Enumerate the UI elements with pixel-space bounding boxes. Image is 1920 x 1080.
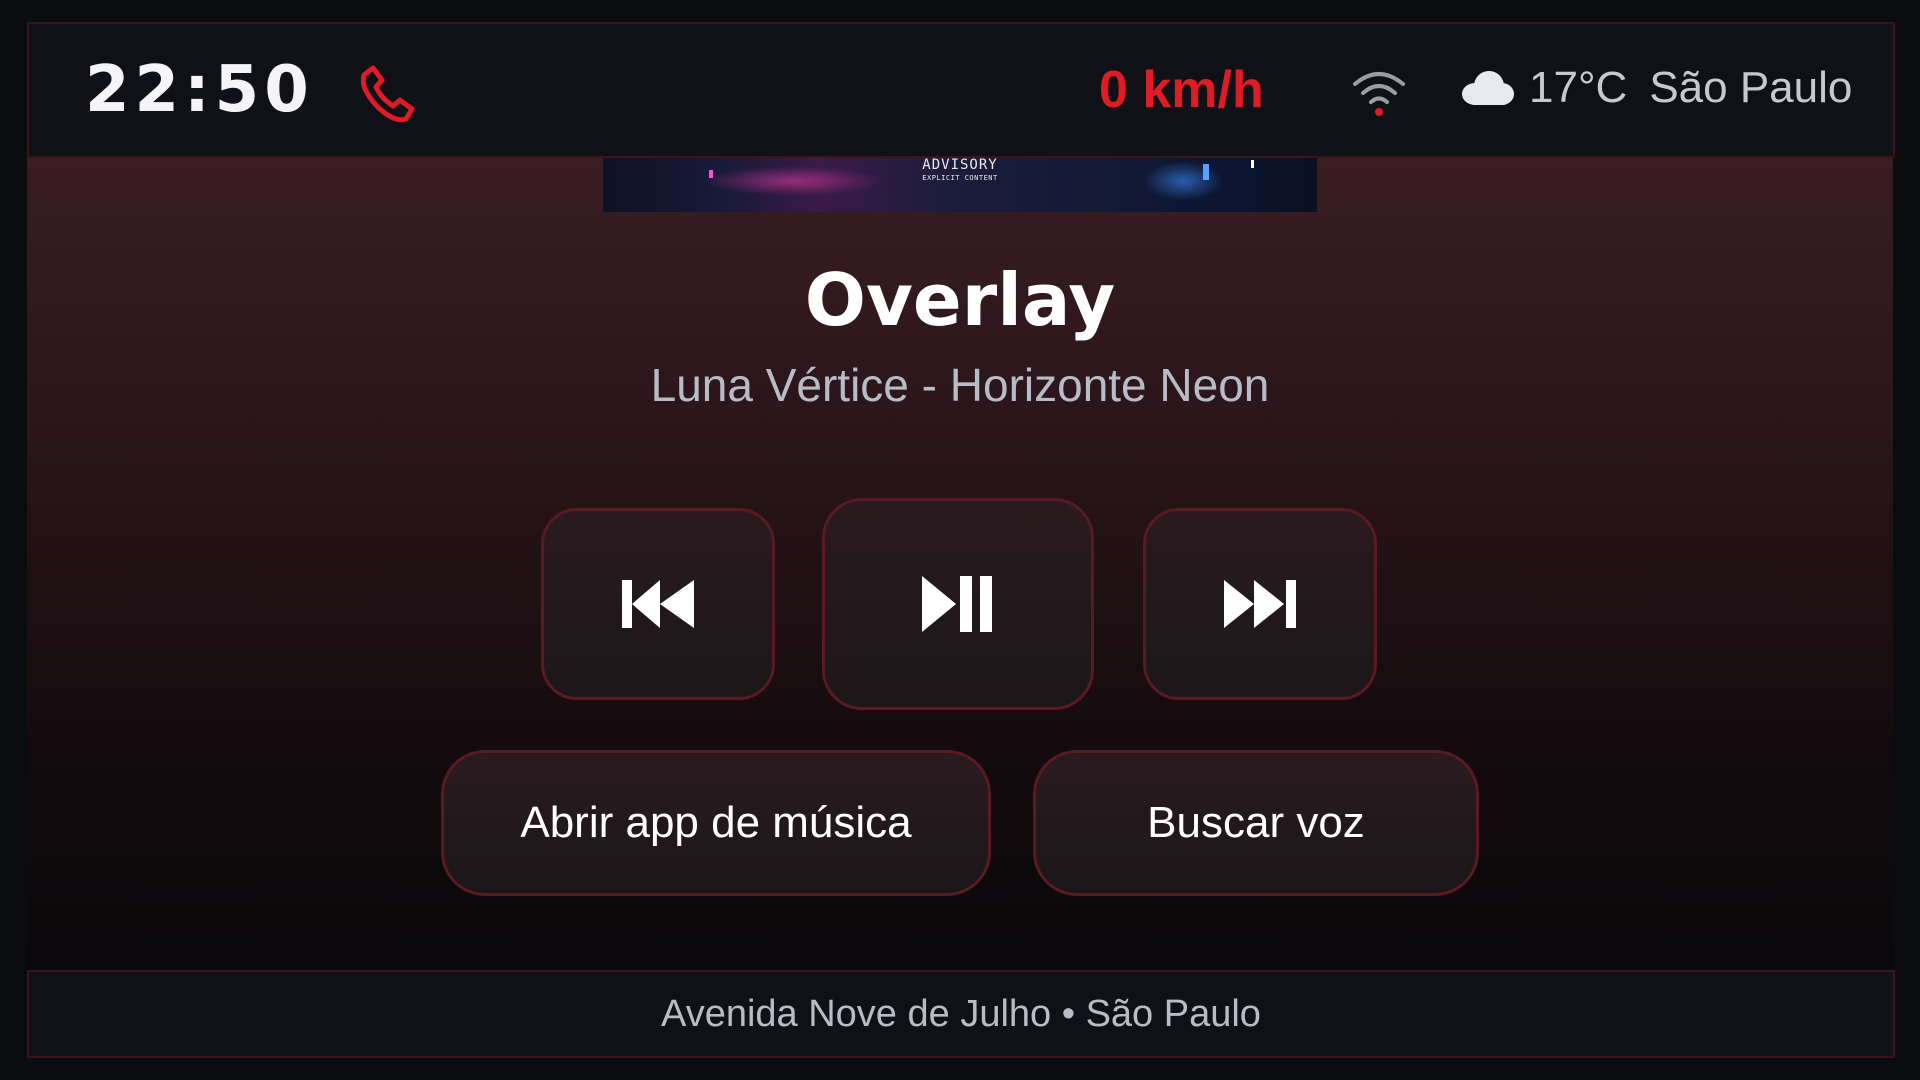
album-art: ADVISORY EXPLICIT CONTENT [603, 156, 1317, 212]
track-title: Overlay [804, 258, 1116, 342]
temperature: 17°C [1529, 63, 1628, 112]
next-track-icon [1224, 580, 1296, 628]
next-track-button[interactable] [1143, 508, 1377, 700]
wifi-icon [1353, 72, 1405, 116]
track-artist-album: Luna Vértice - Horizonte Neon [650, 359, 1270, 411]
advisory-subtext: EXPLICIT CONTENT [922, 174, 998, 182]
location-text: Avenida Nove de Julho • São Paulo [661, 992, 1261, 1035]
speed-readout: 0 km/h [1099, 61, 1264, 119]
voice-search-button[interactable]: Buscar voz [1033, 750, 1479, 896]
advisory-text: ADVISORY [922, 157, 998, 173]
city-name: São Paulo [1649, 63, 1853, 112]
phone-icon[interactable] [355, 60, 421, 126]
infotainment-screen: 22:50 0 km/h 17°C São Paulo ADVISORY EXP… [27, 22, 1895, 1058]
play-pause-icon [922, 576, 992, 632]
previous-track-button[interactable] [541, 508, 775, 700]
media-player: ADVISORY EXPLICIT CONTENT Overlay Luna V… [27, 156, 1893, 990]
cloud-icon [1462, 71, 1514, 105]
open-music-app-button[interactable]: Abrir app de música [441, 750, 991, 896]
parental-advisory-label: ADVISORY EXPLICIT CONTENT [603, 158, 1317, 182]
location-bar: Avenida Nove de Julho • São Paulo [27, 970, 1895, 1058]
status-bar: 22:50 0 km/h 17°C São Paulo [27, 22, 1895, 158]
play-pause-button[interactable] [822, 498, 1094, 710]
clock: 22:50 [85, 53, 314, 127]
weather-widget: 17°C São Paulo [1459, 66, 1852, 110]
previous-track-icon [622, 580, 694, 628]
